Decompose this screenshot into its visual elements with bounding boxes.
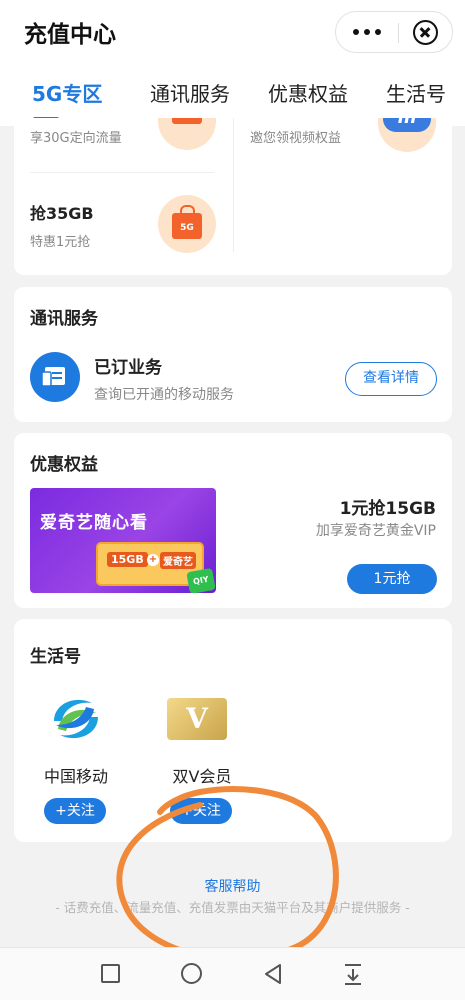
tab-benefits[interactable]: 优惠权益 (268, 78, 348, 107)
view-details-button[interactable]: 查看详情 (345, 362, 437, 396)
service-name: 已订业务 (94, 358, 162, 378)
hide-nav-icon[interactable] (342, 962, 364, 986)
life-account-item[interactable]: 中国移动 +关注 (28, 691, 124, 831)
tab-life[interactable]: 生活号 (386, 78, 446, 107)
promo-subtitle: 特惠1元抢 (30, 235, 91, 250)
comm-services-card: 通讯服务 已订业务 查询已开通的移动服务 查看详情 (14, 287, 452, 422)
capsule-divider (398, 23, 399, 43)
follow-button[interactable]: +关注 (44, 798, 106, 824)
tab-5g-zone[interactable]: 5G专区 (32, 78, 102, 107)
follow-button[interactable]: +关注 (170, 798, 232, 824)
page-title: 充值中心 (24, 22, 116, 48)
tab-bar: 5G专区 通讯服务 优惠权益 生活号 (0, 78, 465, 121)
mini-program-capsule (335, 11, 453, 53)
plus-icon: + (147, 554, 159, 566)
benefits-card: 优惠权益 爱奇艺随心看 15GB + 爱奇艺 QIY 1元抢15GB 加享爱奇艺… (14, 433, 452, 608)
shopping-bag-icon[interactable]: 5G (158, 195, 216, 253)
iqiyi-banner[interactable]: 爱奇艺随心看 15GB + 爱奇艺 QIY (30, 488, 216, 593)
subscription-icon (30, 352, 80, 402)
back-icon[interactable] (262, 963, 284, 985)
life-accounts-card: 生活号 中国移动 +关注 V 双V会员 +关注 (14, 619, 452, 842)
account-name: 中国移动 (43, 767, 108, 786)
ticket-label: 15GB (107, 552, 148, 567)
video-benefit-icon[interactable]: m (378, 118, 436, 152)
tab-comm-services[interactable]: 通讯服务 (150, 78, 230, 107)
promo-subtitle: 享30G定向流量 (30, 131, 122, 146)
offer-price: 1元抢15GB (339, 499, 436, 519)
section-title: 优惠权益 (30, 455, 98, 475)
banner-title: 爱奇艺随心看 (40, 513, 148, 533)
more-icon[interactable] (336, 12, 398, 52)
promo-subtitle[interactable]: 邀您领视频权益 (250, 127, 341, 146)
promo-title[interactable]: 抢35GB (30, 200, 94, 224)
grab-offer-button[interactable]: 1元抢 (347, 564, 437, 594)
life-account-item[interactable]: V 双V会员 +关注 (154, 691, 250, 831)
promo-bag-icon: 5G (158, 118, 216, 150)
service-desc: 查询已开通的移动服务 (94, 387, 234, 403)
section-title: 生活号 (30, 647, 81, 667)
service-footnote: - 话费充值、流量充值、充值发票由天猫平台及其商户提供服务 - (55, 900, 410, 915)
system-nav-bar (0, 947, 465, 1000)
close-icon[interactable] (413, 20, 438, 45)
ticket-label: 爱奇艺 (160, 552, 196, 569)
recent-apps-icon[interactable] (101, 964, 120, 983)
customer-service-link[interactable]: 客服帮助 (0, 876, 465, 896)
header: 充值中心 5G专区 通讯服务 优惠权益 生活号 (0, 0, 465, 126)
account-name: 双V会员 (172, 767, 232, 786)
home-icon[interactable] (181, 963, 202, 984)
offer-desc: 加享爱奇艺黄金VIP (315, 523, 436, 539)
iqiyi-logo-icon: QIY (186, 567, 216, 593)
divider (233, 118, 234, 252)
divider (30, 172, 214, 173)
double-v-logo-icon: V (167, 698, 227, 740)
section-title: 通讯服务 (30, 309, 98, 329)
5g-zone-card: 享30G定向流量 5G 邀您领视频权益 m 抢35GB 特惠1元抢 5G (14, 118, 452, 275)
china-mobile-logo-icon (54, 699, 98, 739)
